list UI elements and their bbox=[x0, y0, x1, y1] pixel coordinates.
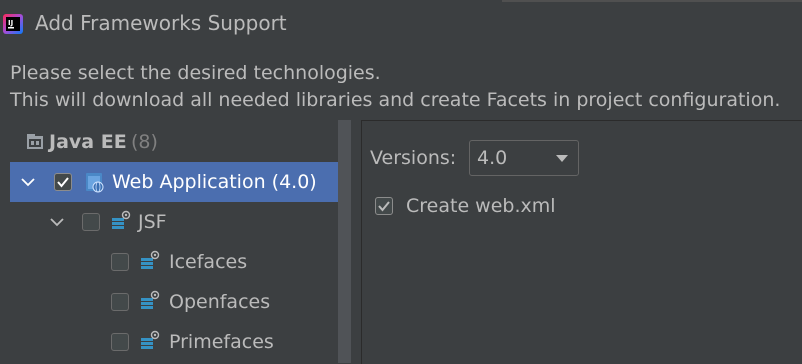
jsf-checkbox[interactable] bbox=[82, 213, 100, 231]
window-title: Add Frameworks Support bbox=[35, 11, 287, 35]
group-count: (8) bbox=[131, 131, 158, 153]
chevron-down-icon[interactable] bbox=[48, 213, 66, 231]
jsf-icon bbox=[112, 210, 131, 229]
description-line-1: Please select the desired technologies. bbox=[10, 62, 381, 84]
web-application-checkbox[interactable] bbox=[54, 173, 72, 191]
version-select[interactable]: 4.0 bbox=[469, 140, 579, 176]
web-application-label: Web Application (4.0) bbox=[112, 171, 317, 193]
version-select-value: 4.0 bbox=[477, 147, 508, 169]
create-webxml-label[interactable]: Create web.xml bbox=[406, 195, 556, 217]
primefaces-label: Primefaces bbox=[169, 331, 274, 353]
web-module-icon bbox=[86, 173, 104, 193]
javaee-icon bbox=[27, 134, 43, 149]
openfaces-checkbox[interactable] bbox=[111, 293, 129, 311]
group-label-javaee: Java EE bbox=[49, 131, 127, 153]
icefaces-checkbox[interactable] bbox=[111, 253, 129, 271]
description-line-2: This will download all needed libraries … bbox=[10, 89, 781, 111]
tree-scrollbar[interactable] bbox=[338, 120, 351, 363]
chevron-down-icon[interactable] bbox=[19, 173, 37, 191]
icefaces-label: Icefaces bbox=[169, 251, 248, 273]
primefaces-checkbox[interactable] bbox=[111, 333, 129, 351]
openfaces-label: Openfaces bbox=[169, 291, 271, 313]
versions-label: Versions: bbox=[370, 147, 457, 169]
dropdown-arrow-icon bbox=[556, 155, 568, 162]
svg-text:IJ: IJ bbox=[8, 19, 13, 27]
create-webxml-checkbox[interactable] bbox=[375, 197, 393, 215]
jsf-icon bbox=[141, 330, 160, 349]
intellij-icon: IJ bbox=[3, 14, 23, 34]
jsf-icon bbox=[141, 290, 160, 309]
jsf-icon bbox=[141, 250, 160, 269]
jsf-label: JSF bbox=[138, 211, 167, 233]
title-divider bbox=[502, 0, 802, 2]
title-bar: IJ Add Frameworks Support bbox=[0, 0, 802, 48]
